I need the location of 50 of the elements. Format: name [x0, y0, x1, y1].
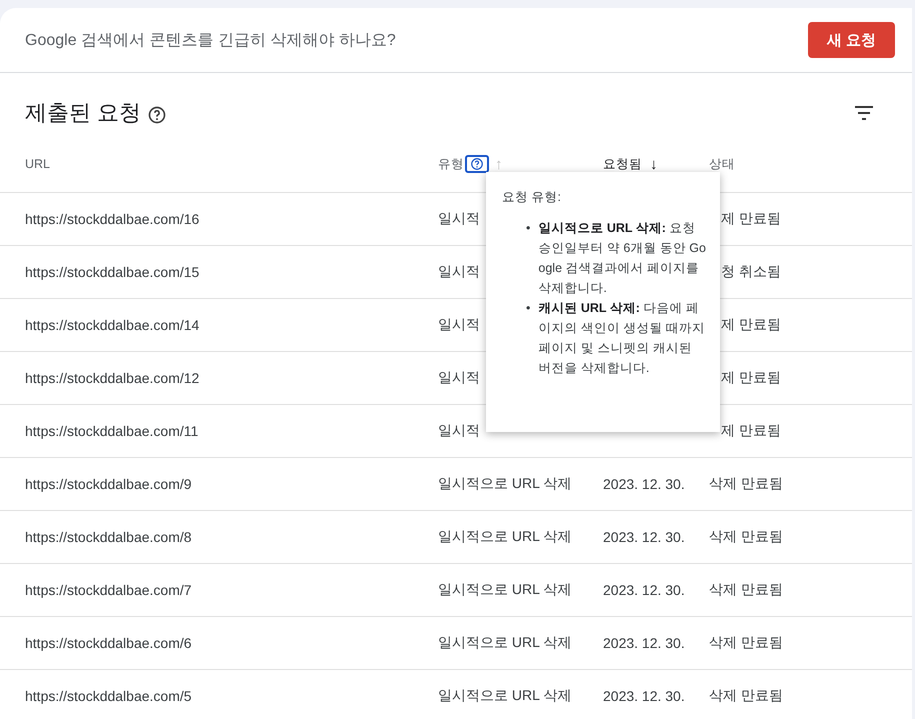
table-cell: 2023. 12. 30.: [603, 635, 685, 651]
help-icon[interactable]: [465, 155, 489, 173]
table-cell: 일시적으로 URL 삭제: [438, 634, 572, 652]
table-cell: https://stockddalbae.com/11: [25, 423, 198, 439]
table-cell: 2023. 12. 30.: [603, 688, 685, 704]
table-cell: 2023. 12. 30.: [603, 476, 685, 492]
table-cell: 삭제 만료됨: [709, 475, 783, 493]
column-header[interactable]: URL: [25, 157, 50, 171]
table-cell: 삭제 만료됨: [709, 528, 783, 546]
tooltip-title: 요청 유형:: [502, 189, 562, 206]
banner-question: Google 검색에서 콘텐츠를 긴급히 삭제해야 하나요?: [25, 30, 396, 50]
table-cell: 일시적: [438, 316, 480, 334]
table-cell-text: 제 만료됨: [720, 369, 781, 387]
table-cell-text: 제 만료됨: [720, 316, 781, 334]
section-title: 제출된 요청: [25, 99, 142, 127]
table-cell: 일시적: [438, 369, 480, 387]
table-cell: 삭제 만료됨: [709, 634, 783, 652]
table-cell: 일시적으로 URL 삭제: [438, 528, 572, 546]
table-cell: 삭제 만료됨: [709, 687, 783, 705]
table-cell: https://stockddalbae.com/9: [25, 476, 192, 492]
table-cell: 일시적으로 URL 삭제: [438, 475, 572, 493]
help-icon[interactable]: [147, 104, 168, 124]
column-header[interactable]: 요청됨: [603, 156, 642, 172]
table-cell: https://stockddalbae.com/5: [25, 688, 192, 704]
table-cell: https://stockddalbae.com/8: [25, 529, 192, 545]
new-request-button[interactable]: 새 요청: [808, 22, 895, 58]
table-cell: https://stockddalbae.com/6: [25, 635, 192, 651]
table-cell: 삭제 만료됨: [709, 581, 783, 599]
tooltip-item: 캐시된 URL 삭제: 다음에 페이지의 색인이 생성될 때까지 페이지 및 스니펫의 캐시된 버전을 삭제합니다.: [538, 300, 706, 377]
table-cell: 일시적: [438, 422, 480, 440]
table-cell: 일시적으로 URL 삭제: [438, 581, 572, 599]
table-cell: https://stockddalbae.com/16: [25, 211, 200, 227]
table-cell-text: 제 만료됨: [720, 210, 781, 228]
table-cell: https://stockddalbae.com/14: [25, 317, 200, 333]
table-cell: 2023. 12. 30.: [603, 529, 685, 545]
bullet: •: [526, 300, 530, 317]
table-cell: 2023. 12. 30.: [603, 582, 685, 598]
table-cell-text: 청 취소됨: [720, 263, 781, 281]
table-cell: 일시적으로 URL 삭제: [438, 687, 572, 705]
table-cell: https://stockddalbae.com/7: [25, 582, 192, 598]
column-header[interactable]: 상태: [709, 156, 735, 172]
bullet: •: [526, 220, 530, 237]
table-cell: https://stockddalbae.com/15: [25, 264, 200, 280]
table-cell: https://stockddalbae.com/12: [25, 370, 200, 386]
tooltip-item: 일시적으로 URL 삭제: 요청 승인일부터 약 6개월 동안 Google 검색결과에서 페이지를 삭제합니다.: [538, 220, 707, 297]
sort-arrow[interactable]: ↓: [650, 156, 658, 172]
table-cell: 일시적: [438, 210, 480, 228]
table-cell: 일시적: [438, 263, 480, 281]
table-cell-text: 제 만료됨: [720, 422, 781, 440]
column-header[interactable]: 유형: [438, 156, 464, 172]
